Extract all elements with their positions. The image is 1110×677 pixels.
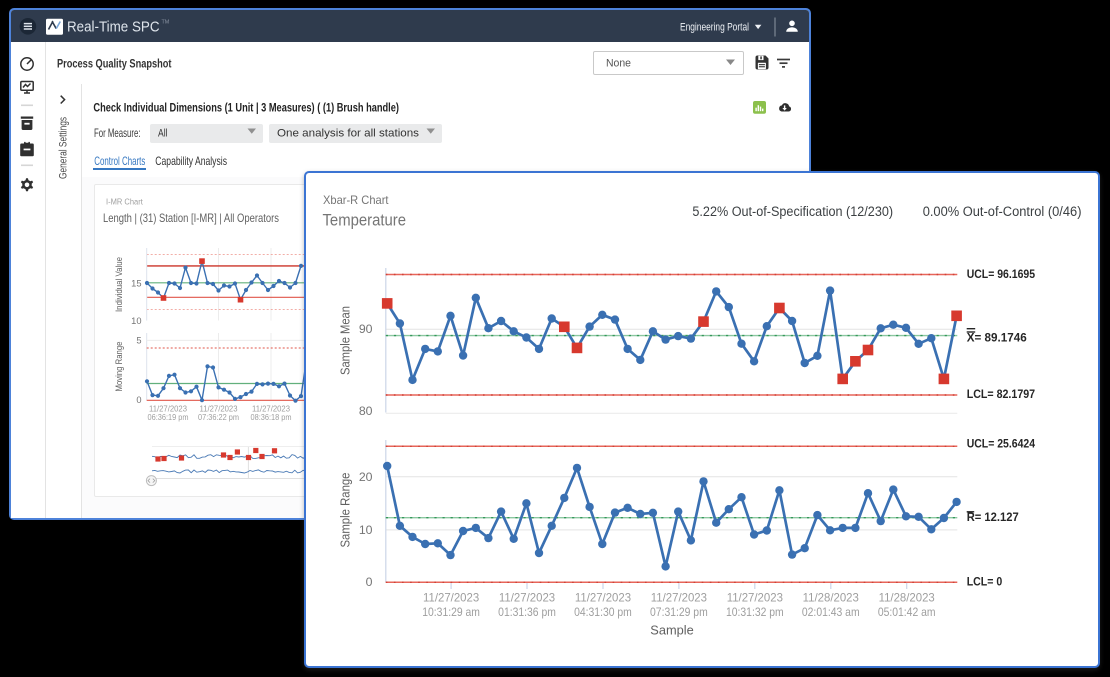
svg-text:80: 80 [359,404,373,418]
svg-text:90: 90 [359,322,373,336]
svg-text:Xbar-R Chart: Xbar-R Chart [323,193,389,207]
svg-text:11/27/2023: 11/27/2023 [499,591,556,605]
svg-text:11/28/2023: 11/28/2023 [803,591,860,605]
svg-text:I-MR Chart: I-MR Chart [106,197,143,207]
svg-text:Sample Mean: Sample Mean [338,306,353,375]
svg-text:X= 89.1746: X= 89.1746 [967,331,1027,345]
svg-text:TM: TM [162,20,170,26]
svg-text:None: None [606,57,631,69]
svg-text:20: 20 [359,470,373,484]
svg-text:07:36:22 pm: 07:36:22 pm [198,413,239,422]
svg-text:10: 10 [359,523,373,537]
svg-text:Control Charts: Control Charts [94,154,145,168]
svg-text:Sample: Sample [650,622,693,637]
svg-text:Individual Value: Individual Value [114,257,124,312]
svg-text:10:31:32 pm: 10:31:32 pm [726,605,784,619]
svg-text:Check Individual Dimensions (1: Check Individual Dimensions (1 Unit | 3 … [93,101,399,115]
svg-text:05:01:42 am: 05:01:42 am [878,605,936,619]
svg-text:01:31:36 pm: 01:31:36 pm [498,605,556,619]
svg-text:UCL= 96.1695: UCL= 96.1695 [967,267,1036,281]
svg-text:Sample Range: Sample Range [338,473,353,548]
svg-text:R= 12.127: R= 12.127 [967,510,1019,524]
svg-text:02:01:43 am: 02:01:43 am [802,605,860,619]
svg-text:5: 5 [136,335,141,345]
svg-text:5.22% Out-of-Specification (12: 5.22% Out-of-Specification (12/230) [692,204,893,219]
svg-text:0: 0 [366,575,373,589]
svg-text:04:31:30 pm: 04:31:30 pm [574,605,632,619]
svg-text:10: 10 [131,316,141,326]
svg-text:One analysis for all stations: One analysis for all stations [277,127,420,139]
svg-text:Engineering Portal: Engineering Portal [680,21,749,33]
svg-text:11/28/2023: 11/28/2023 [879,591,936,605]
svg-text:Moving Range: Moving Range [114,342,124,392]
svg-text:Length | (31) Station [I-MR] |: Length | (31) Station [I-MR] | All Opera… [103,212,279,225]
svg-text:Process Quality Snapshot: Process Quality Snapshot [57,56,172,70]
svg-text:For Measure:: For Measure: [94,126,141,140]
svg-text:LCL= 82.1797: LCL= 82.1797 [967,387,1036,401]
svg-text:11/27/2023: 11/27/2023 [423,591,480,605]
svg-text:Capability Analysis: Capability Analysis [155,154,227,168]
svg-text:All: All [158,127,168,139]
svg-text:11/27/2023: 11/27/2023 [575,591,632,605]
svg-text:Real-Time SPC: Real-Time SPC [67,18,160,35]
svg-text:UCL= 25.6424: UCL= 25.6424 [967,437,1036,451]
svg-text:08:36:18 pm: 08:36:18 pm [251,413,292,422]
svg-text:11/27/2023: 11/27/2023 [727,591,784,605]
svg-text:06:36:19 pm: 06:36:19 pm [148,413,189,422]
svg-text:0: 0 [136,395,141,405]
svg-text:10:31:29 am: 10:31:29 am [422,605,480,619]
svg-text:0.00% Out-of-Control (0/46): 0.00% Out-of-Control (0/46) [923,204,1082,219]
svg-text:General Settings: General Settings [58,117,70,179]
svg-text:LCL= 0: LCL= 0 [967,574,1003,588]
svg-text:07:31:29 pm: 07:31:29 pm [650,605,708,619]
svg-text:Temperature: Temperature [323,211,407,230]
svg-text:15: 15 [131,279,141,289]
svg-text:11/27/2023: 11/27/2023 [651,591,708,605]
